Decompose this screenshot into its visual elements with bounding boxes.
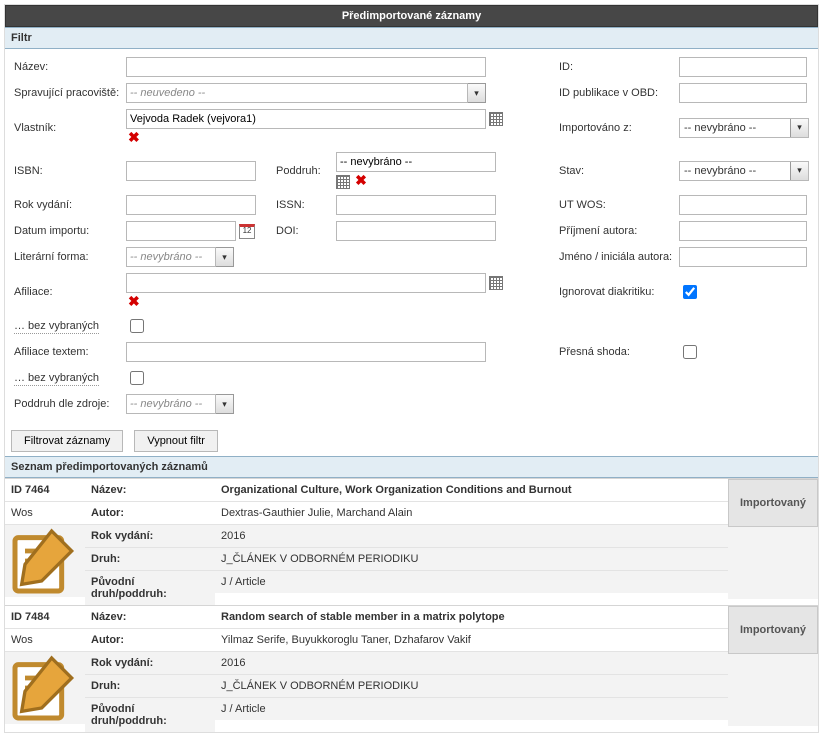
chevron-down-icon[interactable] (216, 247, 234, 267)
label-isbn: ISBN: (11, 150, 123, 191)
edit-icon[interactable] (5, 652, 85, 724)
record-rok: 2016 (215, 652, 728, 675)
utwos-input[interactable] (679, 195, 807, 215)
record-rok: 2016 (215, 525, 728, 548)
label-stav: Stav: (556, 150, 676, 191)
record-puvodni: J / Article (215, 571, 728, 593)
label-pracoviste: Spravující pracoviště: (11, 81, 123, 105)
bezvyb1-checkbox[interactable] (130, 319, 144, 333)
label-datum: Datum importu: (11, 219, 123, 243)
status-badge[interactable]: Importovaný (728, 606, 818, 654)
chevron-down-icon[interactable] (790, 119, 808, 137)
label-druh: Druh: (85, 548, 215, 571)
label-poddruh: Poddruh: (273, 150, 333, 191)
record-druh: J_ČLÁNEK V ODBORNÉM PERIODIKU (215, 548, 728, 571)
status-badge[interactable]: Importovaný (728, 479, 818, 527)
label-litforma: Literární forma: (11, 245, 123, 269)
poddruhzdr-select[interactable] (126, 394, 216, 414)
clear-icon[interactable]: ✖ (126, 129, 142, 145)
page-title: Předimportované záznamy (5, 5, 818, 27)
clear-filter-button[interactable]: Vypnout filtr (134, 430, 218, 452)
record: ID 7464 Wos Název: Autor: Rok vydání: Dr… (5, 478, 818, 605)
isbn-input[interactable] (126, 161, 256, 181)
afiltext-input[interactable] (126, 342, 486, 362)
record-puvodni: J / Article (215, 698, 728, 720)
idobd-input[interactable] (679, 83, 807, 103)
label-rok: Rok vydání: (85, 652, 215, 675)
vlastnik-input[interactable] (126, 109, 486, 129)
pracoviste-select[interactable] (126, 83, 468, 103)
pracoviste-dropdown-icon[interactable] (468, 83, 486, 103)
label-nazev: Název: (85, 479, 215, 502)
rok-input[interactable] (126, 195, 256, 215)
grid-icon[interactable] (489, 112, 503, 126)
record-autor: Dextras-Gauthier Julie, Marchand Alain (215, 502, 728, 525)
record-id: ID 7484 (5, 606, 85, 629)
afiliace-input[interactable] (126, 273, 486, 293)
record-nazev: Organizational Culture, Work Organizatio… (215, 479, 728, 502)
label-afiltext: Afiliace textem: (11, 340, 123, 364)
nazev-input[interactable] (126, 57, 486, 77)
label-doi: DOI: (273, 219, 333, 243)
label-bezvyb1: … bez vybraných (14, 320, 99, 334)
label-autor: Autor: (85, 502, 215, 525)
filter-heading: Filtr (5, 27, 818, 49)
filter-panel: Název: ID: Spravující pracoviště: ID pub… (5, 49, 818, 426)
chevron-down-icon[interactable] (790, 162, 808, 180)
label-presna: Přesná shoda: (556, 340, 676, 364)
id-input[interactable] (679, 57, 807, 77)
label-bezvyb2: … bez vybraných (14, 372, 99, 386)
bezvyb2-checkbox[interactable] (130, 371, 144, 385)
prijmeni-input[interactable] (679, 221, 807, 241)
grid-icon[interactable] (336, 175, 350, 189)
clear-icon[interactable]: ✖ (353, 172, 369, 188)
clear-icon[interactable]: ✖ (126, 293, 142, 309)
label-afiliace: Afiliace: (11, 271, 123, 312)
label-poddruhzdr: Poddruh dle zdroje: (11, 392, 123, 416)
label-idobd: ID publikace v OBD: (556, 81, 676, 105)
chevron-down-icon[interactable] (216, 394, 234, 414)
label-importz: Importováno z: (556, 107, 676, 148)
poddruh-input[interactable] (336, 152, 496, 172)
label-ignore: Ignorovat diakritiku: (556, 271, 676, 312)
label-puvodni: Původní druh/poddruh: (85, 571, 215, 605)
stav-select[interactable]: -- nevybráno -- (679, 161, 809, 181)
presna-checkbox[interactable] (683, 345, 697, 359)
grid-icon[interactable] (489, 276, 503, 290)
label-vlastnik: Vlastník: (11, 107, 123, 148)
doi-input[interactable] (336, 221, 496, 241)
label-puvodni: Původní druh/poddruh: (85, 698, 215, 732)
ignore-checkbox[interactable] (683, 285, 697, 299)
label-jmeno: Jméno / iniciála autora: (556, 245, 676, 269)
importz-select[interactable]: -- nevybráno -- (679, 118, 809, 138)
edit-icon[interactable] (5, 525, 85, 597)
datum-input[interactable] (126, 221, 236, 241)
list-heading: Seznam předimportovaných záznamů (5, 456, 818, 478)
record-id: ID 7464 (5, 479, 85, 502)
label-autor: Autor: (85, 629, 215, 652)
label-utwos: UT WOS: (556, 193, 676, 217)
jmeno-input[interactable] (679, 247, 807, 267)
label-nazev: Název: (85, 606, 215, 629)
litforma-select[interactable] (126, 247, 216, 267)
label-prijmeni: Příjmení autora: (556, 219, 676, 243)
record-druh: J_ČLÁNEK V ODBORNÉM PERIODIKU (215, 675, 728, 698)
filter-button[interactable]: Filtrovat záznamy (11, 430, 123, 452)
label-druh: Druh: (85, 675, 215, 698)
record-autor: Yilmaz Serife, Buyukkoroglu Taner, Dzhaf… (215, 629, 728, 652)
record: ID 7484 Wos Název: Autor: Rok vydání: Dr… (5, 605, 818, 732)
label-issn: ISSN: (273, 193, 333, 217)
calendar-icon[interactable] (239, 224, 255, 239)
label-rok: Rok vydání: (85, 525, 215, 548)
record-nazev: Random search of stable member in a matr… (215, 606, 728, 629)
issn-input[interactable] (336, 195, 496, 215)
label-id: ID: (556, 55, 676, 79)
label-nazev: Název: (11, 55, 123, 79)
label-rok: Rok vydání: (11, 193, 123, 217)
